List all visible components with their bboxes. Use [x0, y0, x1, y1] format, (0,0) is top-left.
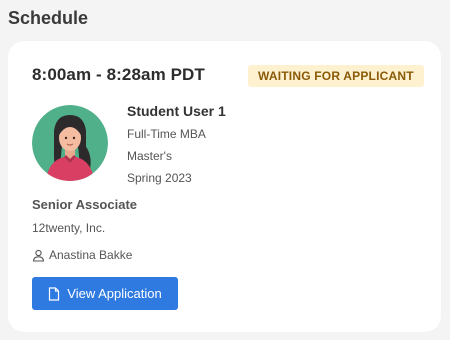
time-range: 8:00am - 8:28am PDT — [32, 65, 205, 84]
contact-name: Anastina Bakke — [49, 248, 133, 262]
student-info: Student User 1 Full-Time MBA Master's Sp… — [127, 101, 226, 187]
student-term: Spring 2023 — [127, 171, 192, 185]
position-title: Senior Associate — [32, 197, 138, 212]
schedule-card: 8:00am - 8:28am PDT WAITING FOR APPLICAN… — [8, 41, 441, 332]
company-name: 12twenty, Inc. — [32, 221, 106, 235]
student-degree: Master's — [127, 149, 172, 163]
contact-person: Anastina Bakke — [32, 248, 132, 262]
view-application-button[interactable]: View Application — [32, 277, 178, 310]
document-icon — [48, 286, 60, 301]
status-badge: WAITING FOR APPLICANT — [248, 65, 424, 87]
section-title: Schedule — [8, 8, 89, 28]
avatar — [32, 105, 108, 181]
user-icon — [32, 249, 45, 262]
view-application-label: View Application — [67, 286, 162, 301]
student-name: Student User 1 — [127, 103, 226, 119]
student-program: Full-Time MBA — [127, 127, 206, 141]
